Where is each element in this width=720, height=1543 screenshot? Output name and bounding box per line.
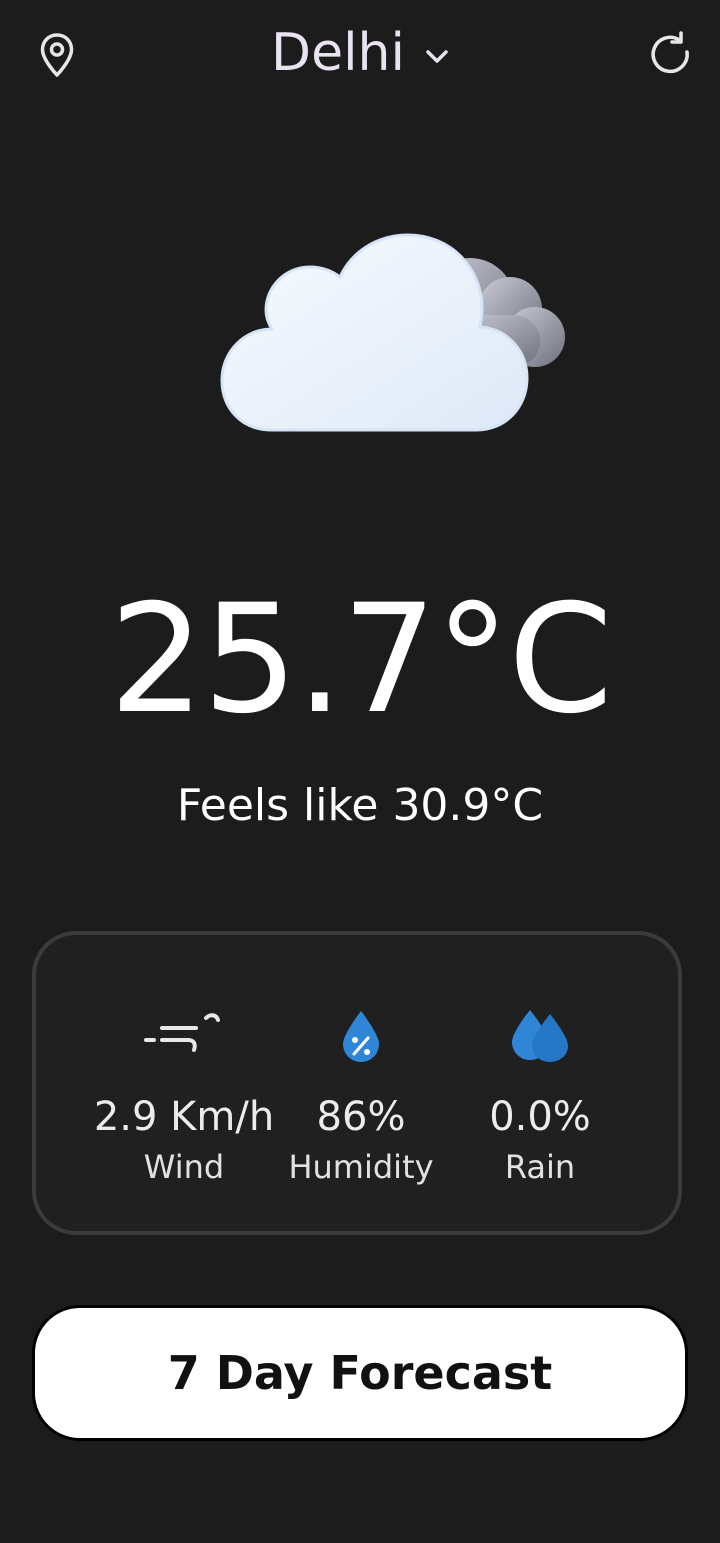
wind-value: 2.9 Km/h	[93, 1094, 275, 1140]
city-name: Delhi	[271, 23, 405, 83]
chevron-down-icon	[425, 49, 449, 65]
rain-label: Rain	[504, 1148, 576, 1186]
wind-label: Wind	[143, 1148, 225, 1186]
city-selector[interactable]: Delhi	[0, 18, 720, 88]
humidity-stat: 86% Humidity	[261, 1001, 461, 1183]
refresh-icon	[651, 31, 689, 74]
cloudy-icon	[210, 225, 580, 450]
app-header: Delhi	[0, 0, 720, 110]
current-temperature: 25.7°C	[109, 573, 613, 747]
rain-stat: 0.0% Rain	[440, 1001, 640, 1183]
humidity-value: 86%	[316, 1094, 406, 1140]
wind-icon	[144, 1013, 220, 1052]
rain-icon	[512, 1010, 568, 1062]
wind-stat: 2.9 Km/h Wind	[84, 1001, 284, 1183]
humidity-label: Humidity	[288, 1148, 434, 1186]
seven-day-forecast-button[interactable]: 7 Day Forecast	[32, 1305, 688, 1441]
feels-like-text: Feels like 30.9°C	[176, 780, 544, 831]
refresh-button[interactable]	[644, 28, 696, 80]
humidity-icon	[343, 1011, 379, 1062]
rain-value: 0.0%	[489, 1094, 591, 1140]
weather-stats-card: 2.9 Km/h Wind 86% Humidity 0.0% Rain	[32, 931, 682, 1235]
